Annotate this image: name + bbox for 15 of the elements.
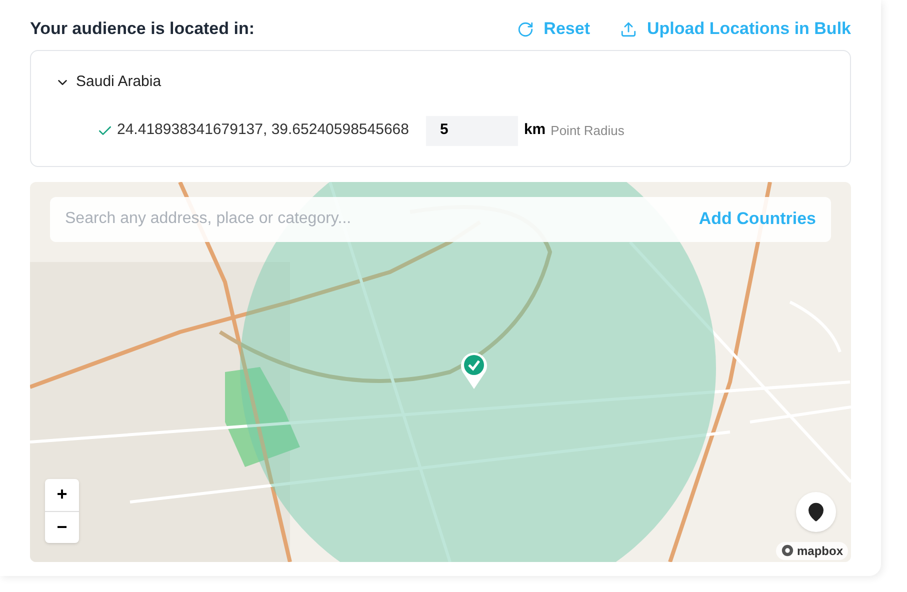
- location-pin-icon: [459, 352, 489, 390]
- radius-field[interactable]: 5: [426, 116, 518, 146]
- radius-hint: Point Radius: [550, 122, 624, 140]
- coordinates: 24.418938341679137, 39.65240598545668: [117, 120, 409, 140]
- unit-label: km: [524, 120, 546, 140]
- zoom-out-button[interactable]: −: [45, 510, 79, 542]
- upload-icon: [620, 20, 637, 38]
- map[interactable]: Search any address, place or category... Add Countries + − mapbox: [30, 182, 851, 562]
- section-title: Your audience is located in:: [30, 18, 255, 40]
- zoom-in-button[interactable]: +: [45, 478, 79, 510]
- attribution-text: mapbox: [796, 542, 843, 560]
- country-toggle[interactable]: Saudi Arabia: [55, 71, 826, 94]
- refresh-icon: [516, 20, 534, 38]
- mapbox-logo-icon: [780, 544, 794, 557]
- map-pin-icon: [806, 502, 826, 522]
